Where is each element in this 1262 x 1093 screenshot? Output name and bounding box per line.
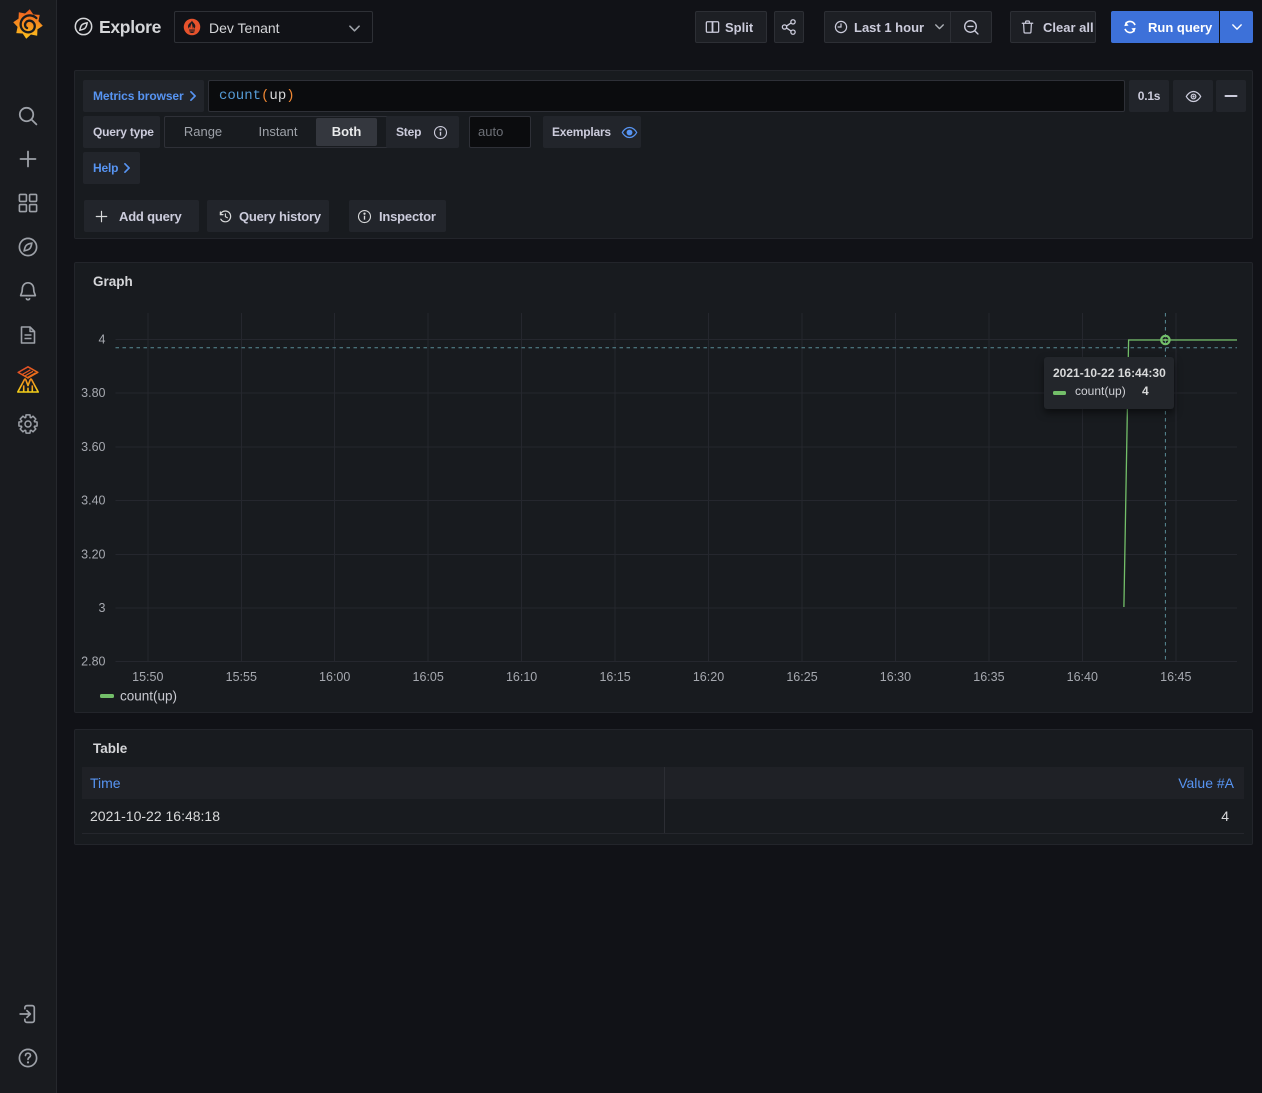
svg-text:16:00: 16:00 (319, 670, 350, 684)
svg-text:3.40: 3.40 (81, 494, 105, 508)
svg-text:16:10: 16:10 (506, 670, 537, 684)
svg-text:16:25: 16:25 (786, 670, 817, 684)
svg-text:16:30: 16:30 (880, 670, 911, 684)
svg-text:16:05: 16:05 (413, 670, 444, 684)
svg-text:16:35: 16:35 (973, 670, 1004, 684)
svg-text:15:55: 15:55 (226, 670, 257, 684)
svg-text:2.80: 2.80 (81, 655, 105, 669)
svg-text:3: 3 (99, 601, 106, 615)
svg-text:16:15: 16:15 (599, 670, 630, 684)
svg-text:16:45: 16:45 (1160, 670, 1191, 684)
svg-text:15:50: 15:50 (132, 670, 163, 684)
svg-text:3.80: 3.80 (81, 386, 105, 400)
svg-text:3.60: 3.60 (81, 440, 105, 454)
svg-text:3.20: 3.20 (81, 547, 105, 561)
svg-text:count(up): count(up) (120, 689, 177, 704)
svg-text:4: 4 (99, 333, 106, 347)
svg-text:16:20: 16:20 (693, 670, 724, 684)
svg-text:16:40: 16:40 (1067, 670, 1098, 684)
